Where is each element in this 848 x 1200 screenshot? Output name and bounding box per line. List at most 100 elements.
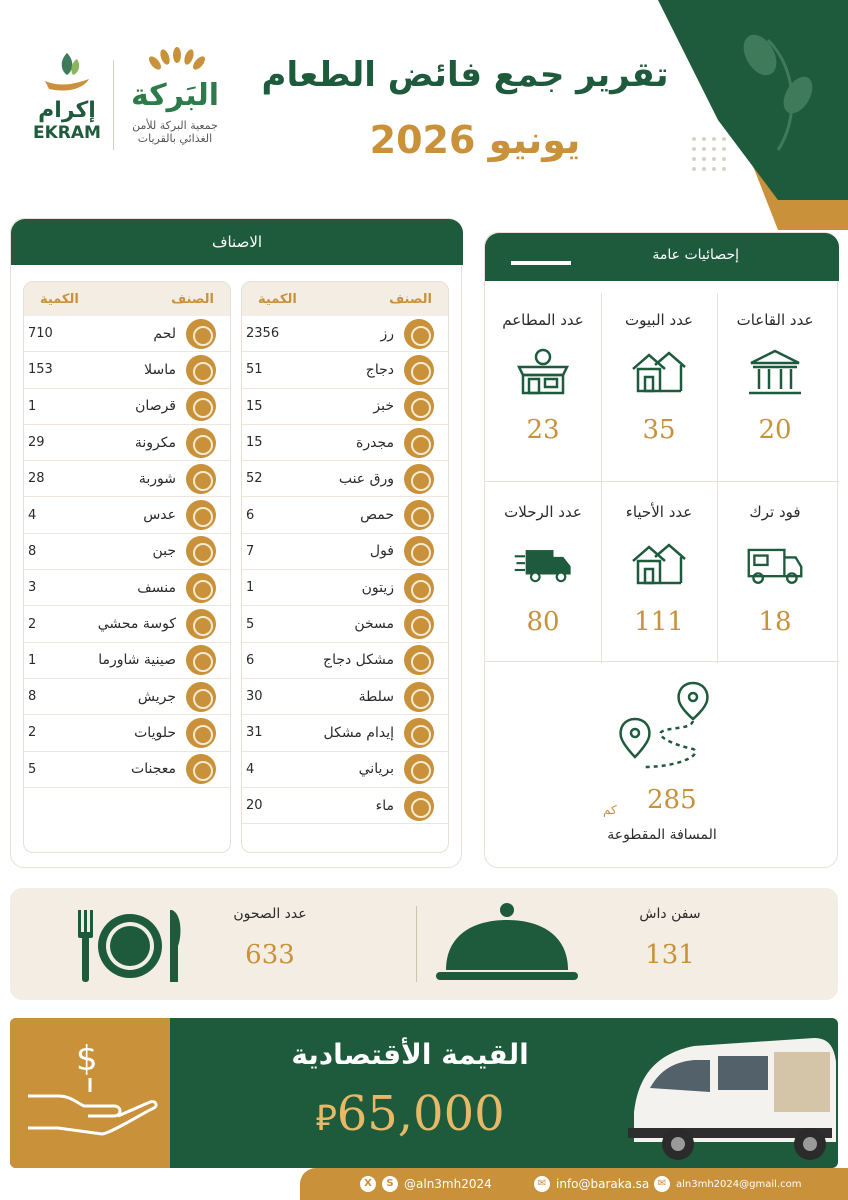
categories-right-column: الكمية الصنف 2356 رز 51 دجاج 15 خبز 15 مجدرة 52 و… <box>241 281 449 853</box>
food-truck-icon <box>747 548 803 584</box>
category-name: قرصان <box>135 398 176 415</box>
currency-symbol: ⃁ <box>315 1098 337 1139</box>
category-name: خبز <box>373 398 394 415</box>
category-row: 1 قرصان <box>24 389 230 425</box>
economic-gold-block: $ <box>10 1018 170 1168</box>
category-row: 29 مكرونة <box>24 425 230 462</box>
column-header: الكمية الصنف <box>242 282 448 316</box>
category-name: لحم <box>153 325 176 342</box>
foodtruck-label: فود ترك <box>749 503 801 521</box>
category-qty: 2356 <box>246 326 280 342</box>
category-qty: 153 <box>28 362 53 378</box>
email-1: info@baraka.sa <box>556 1177 650 1191</box>
category-qty: 5 <box>246 616 255 632</box>
category-name: مسخن <box>354 616 394 633</box>
economic-value-banner: $ القيمة الأقتصادية ⃁65,000 <box>10 1018 838 1168</box>
amount-text: 65,000 <box>336 1086 505 1142</box>
category-row: 28 شوربة <box>24 461 230 498</box>
category-row: 5 معجنات <box>24 752 230 788</box>
houses-label: عدد البيوت <box>625 311 693 329</box>
plates-divider <box>416 906 417 982</box>
halls-stat: عدد القاعات 20 <box>717 293 833 465</box>
serving-dish-icon <box>436 903 578 980</box>
category-row: 1 صينية شاورما <box>24 643 230 679</box>
report-date: يونيو 2026 <box>369 118 581 162</box>
category-row: 2356 رز <box>242 316 448 353</box>
category-row: 1 زيتون <box>242 570 448 607</box>
category-name: جريش <box>137 688 176 705</box>
categories-title: الاصناف <box>11 219 463 265</box>
category-qty: 6 <box>246 652 255 668</box>
musakhan-icon <box>404 609 434 640</box>
category-row: 6 مشكل دجاج <box>242 643 448 679</box>
districts-label: عدد الأحياء <box>625 503 693 521</box>
categories-left-column: الكمية الصنف 710 لحم 153 ماسلا 1 قرصان 29 مكرون… <box>23 281 231 853</box>
soup-icon <box>186 463 216 494</box>
divider <box>485 661 839 662</box>
foodtruck-stat: فود ترك 18 <box>717 485 833 657</box>
category-qty: 6 <box>246 507 255 523</box>
category-name: منسف <box>137 579 176 596</box>
category-qty: 710 <box>28 326 53 342</box>
delivery-truck-icon <box>514 550 571 583</box>
email-item-2[interactable]: ✉ aln3mh2024@gmail.com <box>654 1176 801 1192</box>
ekram-arabic: إكرام <box>38 98 96 123</box>
grape-leaves-icon <box>404 463 434 494</box>
rice-icon <box>404 318 434 349</box>
bread-icon <box>404 391 434 422</box>
category-name: عدس <box>143 507 176 524</box>
category-row: 31 إيدام مشكل <box>242 715 448 752</box>
category-name: فول <box>369 543 394 560</box>
category-name: مشكل دجاج <box>323 652 394 669</box>
foodtruck-value: 18 <box>758 607 792 637</box>
halls-label: عدد القاعات <box>736 311 814 329</box>
stew-icon <box>404 717 434 748</box>
districts-icon <box>632 543 686 585</box>
route-map-icon <box>619 681 709 769</box>
dishes-label: عدد الصحون <box>233 906 307 922</box>
baraka-logo: البَركة جمعية البركة للأمن الغذائي بالقر… <box>120 45 230 165</box>
biryani-icon <box>404 754 434 785</box>
pasta-icon <box>186 427 216 458</box>
chicken-icon <box>404 354 434 385</box>
restaurant-icon <box>516 348 570 395</box>
districts-stat: عدد الأحياء 111 <box>601 485 717 657</box>
category-qty: 52 <box>246 471 263 487</box>
category-name: مكرونة <box>134 434 176 451</box>
category-row: 8 جريش <box>24 679 230 716</box>
category-qty: 8 <box>28 543 37 559</box>
pastry-icon <box>186 754 216 785</box>
category-qty: 4 <box>28 507 37 523</box>
category-row: 52 ورق عنب <box>242 461 448 498</box>
mixed-chicken-icon <box>404 645 434 676</box>
email-item-1[interactable]: ✉ info@baraka.sa <box>534 1176 649 1192</box>
economic-value-title: القيمة الأقتصادية <box>291 1038 529 1071</box>
category-qty: 1 <box>246 580 255 596</box>
category-name: إيدام مشكل <box>323 724 394 741</box>
beans-icon <box>404 536 434 567</box>
category-name: كوسة محشي <box>97 616 176 633</box>
lentils-icon <box>186 500 216 531</box>
report-title: تقرير جمع فائض الطعام <box>261 55 669 95</box>
stats-panel: إحصائيات عامة عدد القاعات 20 عدد البيوت <box>484 232 839 868</box>
dots-decoration <box>692 137 726 171</box>
category-row: 30 سلطة <box>242 679 448 716</box>
item-header: الصنف <box>171 291 214 307</box>
category-qty: 8 <box>28 689 37 705</box>
masala-icon <box>186 354 216 385</box>
social-handle-item[interactable]: X S @aln3mh2024 <box>360 1176 492 1192</box>
halls-value: 20 <box>758 415 792 445</box>
category-qty: 4 <box>246 761 255 777</box>
category-name: ورق عنب <box>338 470 394 487</box>
category-list-left: 710 لحم 153 ماسلا 1 قرصان 29 مكرونة 28 شوربة 4 عدس 8… <box>24 316 230 788</box>
stats-title: إحصائيات عامة <box>652 247 739 263</box>
jareesh-icon <box>186 681 216 712</box>
water-icon <box>404 790 434 821</box>
logo-separator <box>113 60 114 150</box>
mansaf-icon <box>186 572 216 603</box>
category-row: 20 ماء <box>242 788 448 825</box>
category-name: سلطة <box>358 688 394 705</box>
category-qty: 1 <box>28 398 37 414</box>
trips-stat: عدد الرحلات 80 <box>485 485 601 657</box>
category-row: 2 حلويات <box>24 715 230 752</box>
